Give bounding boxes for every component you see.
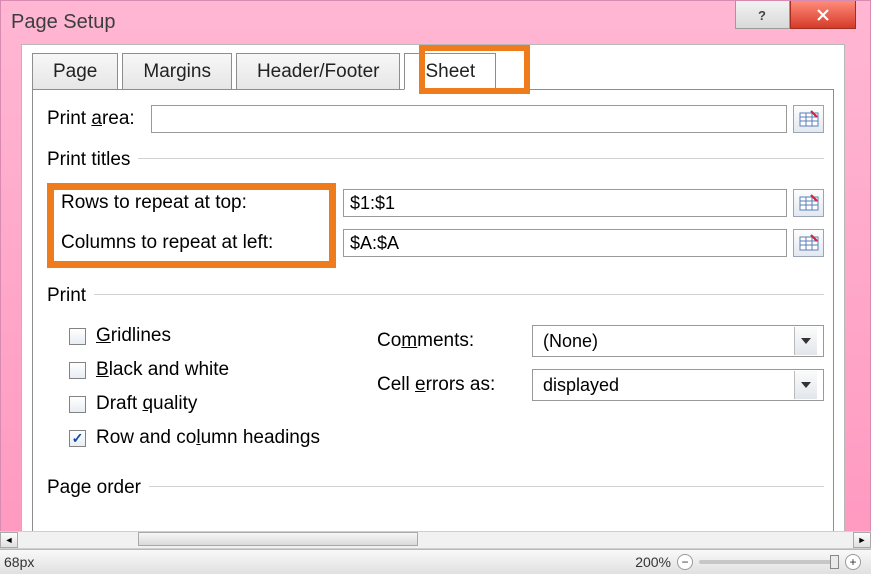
spreadsheet-select-icon: [799, 234, 819, 252]
divider: [138, 158, 824, 159]
help-button[interactable]: ?: [735, 1, 790, 29]
tab-label: Page: [53, 61, 97, 83]
black-white-label: Black and white: [96, 359, 229, 381]
black-white-checkbox[interactable]: [69, 362, 86, 379]
chevron-down-icon: [794, 327, 817, 355]
collapse-dialog-button[interactable]: [793, 229, 824, 257]
draft-quality-label: Draft quality: [96, 393, 197, 415]
close-button[interactable]: [790, 1, 856, 29]
divider: [149, 486, 824, 487]
rows-repeat-label: Rows to repeat at top:: [47, 192, 343, 214]
zoom-in-button[interactable]: +: [845, 554, 861, 570]
tab-header-footer[interactable]: Header/Footer: [236, 53, 401, 90]
status-pixel-readout: 68px: [0, 554, 34, 570]
divider: [94, 294, 824, 295]
tab-page[interactable]: Page: [32, 53, 118, 90]
collapse-dialog-button[interactable]: [793, 105, 824, 133]
print-area-label: Print area:: [47, 108, 135, 130]
cell-errors-combobox[interactable]: displayed: [532, 369, 824, 401]
horizontal-scrollbar[interactable]: ◄ ►: [0, 531, 871, 549]
tab-label: Margins: [143, 61, 211, 83]
row-col-headings-label: Row and column headings: [96, 427, 320, 449]
scroll-left-button[interactable]: ◄: [0, 532, 18, 548]
gridlines-checkbox[interactable]: [69, 328, 86, 345]
comments-label: Comments:: [377, 330, 532, 352]
cols-repeat-label: Columns to repeat at left:: [47, 232, 343, 254]
zoom-slider-thumb[interactable]: [830, 555, 839, 569]
zoom-level: 200%: [635, 554, 671, 570]
chevron-down-icon: [794, 371, 817, 399]
dialog-title: Page Setup: [11, 11, 116, 34]
zoom-slider[interactable]: [699, 560, 839, 564]
cell-errors-label: Cell errors as:: [377, 374, 532, 396]
zoom-out-button[interactable]: −: [677, 554, 693, 570]
comments-combobox[interactable]: (None): [532, 325, 824, 357]
tab-margins[interactable]: Margins: [122, 53, 232, 90]
gridlines-label: Gridlines: [96, 325, 171, 347]
comments-value: (None): [543, 331, 598, 352]
cell-errors-value: displayed: [543, 375, 619, 396]
tab-label: Header/Footer: [257, 61, 380, 83]
print-heading: Print: [47, 285, 86, 307]
draft-quality-checkbox[interactable]: [69, 396, 86, 413]
row-col-headings-checkbox[interactable]: [69, 430, 86, 447]
cols-repeat-input[interactable]: [343, 229, 787, 257]
tab-sheet[interactable]: Sheet: [404, 53, 496, 90]
scroll-right-button[interactable]: ►: [853, 532, 871, 548]
spreadsheet-select-icon: [799, 194, 819, 212]
tab-label: Sheet: [425, 61, 475, 83]
print-titles-heading: Print titles: [47, 149, 130, 171]
collapse-dialog-button[interactable]: [793, 189, 824, 217]
scrollbar-track[interactable]: [18, 532, 853, 548]
rows-repeat-input[interactable]: [343, 189, 787, 217]
scrollbar-thumb[interactable]: [138, 532, 418, 546]
spreadsheet-select-icon: [799, 110, 819, 128]
svg-text:?: ?: [758, 8, 766, 22]
page-order-heading: Page order: [47, 477, 141, 499]
print-area-input[interactable]: [151, 105, 787, 133]
